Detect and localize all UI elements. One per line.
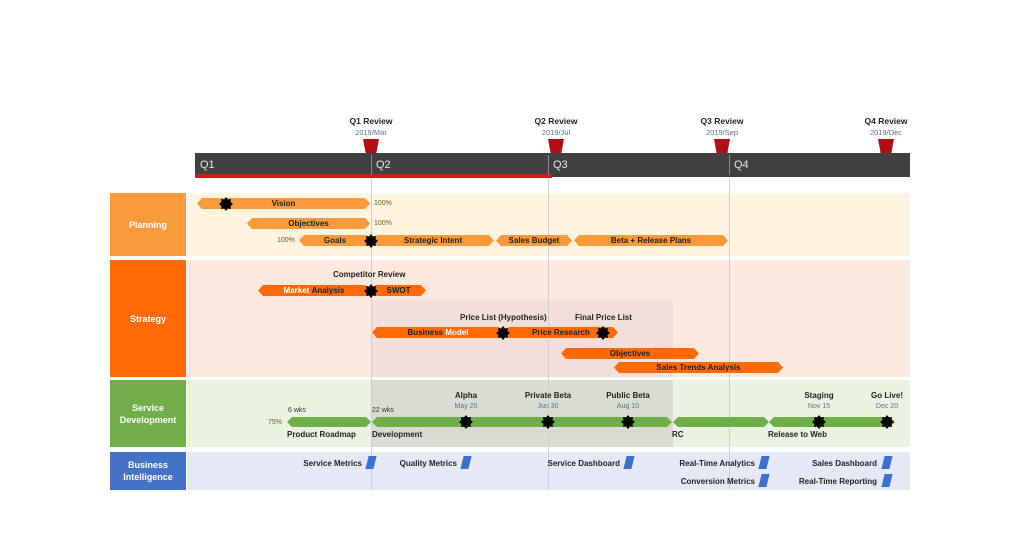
quarter-label: Q1: [200, 159, 215, 171]
service-milestone-date: Aug 10: [616, 403, 640, 410]
quarter-label: Q3: [553, 159, 568, 171]
task-label-part: Analysis: [311, 286, 345, 295]
bi-item: Sales Dashboard: [812, 459, 877, 468]
quarter-divider: [729, 155, 730, 175]
quarter-gridline: [371, 178, 372, 490]
phase-percent: 75%: [268, 419, 283, 426]
task-objectives-strategy[interactable]: Objectives: [561, 348, 699, 359]
task-sales-budget[interactable]: Sales Budget: [496, 235, 572, 246]
bi-item: Conversion Metrics: [680, 477, 755, 486]
milestone-label: Final Price List: [575, 313, 632, 322]
phase-release-to-web[interactable]: [769, 417, 895, 427]
service-milestone-title: Public Beta: [606, 391, 650, 400]
task-percent: 100%: [374, 220, 392, 227]
bi-item: Real-Time Reporting: [798, 477, 877, 486]
task-beta-release-plans[interactable]: Beta + Release Plans: [574, 235, 728, 246]
bi-header: Business Intelligence: [110, 452, 186, 490]
service-milestone-date: May 20: [454, 403, 478, 410]
phase-duration: 22 wks: [372, 407, 394, 414]
quarter-divider: [371, 155, 372, 175]
task-label-part: Market: [283, 286, 310, 295]
service-milestone-date: Jun 30: [537, 403, 559, 410]
phase-label: Product Roadmap: [287, 430, 356, 439]
bi-item: Service Dashboard: [547, 459, 620, 468]
bi-item: Real-Time Analytics: [679, 459, 755, 468]
phase-rc[interactable]: [673, 417, 769, 427]
phase-label: Development: [372, 430, 423, 439]
task-business-model[interactable]: Business Model: [372, 327, 504, 338]
quarter-label: Q4: [734, 159, 749, 171]
strategy-header: Strategy: [110, 260, 186, 377]
service-milestone-title: Staging: [804, 391, 834, 400]
bi-item: Service Metrics: [303, 459, 362, 468]
task-market-analysis[interactable]: Market Analysis: [258, 285, 370, 296]
task-objectives[interactable]: Objectives: [247, 218, 370, 229]
service-header: Service Development: [110, 380, 186, 447]
milestone-label: Competitor Review: [333, 270, 406, 279]
phase-development[interactable]: [372, 417, 672, 427]
phase-label: RC: [672, 430, 684, 439]
task-price-research[interactable]: Price Research: [504, 327, 618, 338]
task-percent: 100%: [277, 237, 295, 244]
task-vision[interactable]: Vision: [197, 198, 370, 209]
task-swot[interactable]: SWOT: [371, 285, 426, 296]
service-milestone-title: Alpha: [454, 391, 478, 400]
quarter-gridline: [729, 178, 730, 490]
task-sales-trends-analysis[interactable]: Sales Trends Analysis: [614, 362, 783, 373]
quarter-label: Q2: [376, 159, 391, 171]
task-label-part: Business: [407, 328, 444, 337]
phase-label: Release to Web: [768, 430, 827, 439]
task-goals[interactable]: Goals: [299, 235, 371, 246]
service-milestone-title: Private Beta: [524, 391, 572, 400]
service-milestone-title: Go Live!: [870, 391, 904, 400]
phase-duration: 6 wks: [288, 407, 306, 414]
phase-product-roadmap[interactable]: [287, 417, 371, 427]
task-strategic-intent[interactable]: Strategic Intent: [372, 235, 494, 246]
service-milestone-date: Nov 15: [807, 403, 831, 410]
quarter-divider: [548, 155, 549, 175]
planning-header: Planning: [110, 193, 186, 256]
bi-item: Quality Metrics: [399, 459, 457, 468]
timeline-progress: [195, 174, 552, 178]
service-milestone-date: Dec 20: [875, 403, 899, 410]
task-label-part: Model: [445, 328, 469, 337]
milestone-label: Price List (Hypothesis): [460, 313, 547, 322]
task-percent: 100%: [374, 200, 392, 207]
